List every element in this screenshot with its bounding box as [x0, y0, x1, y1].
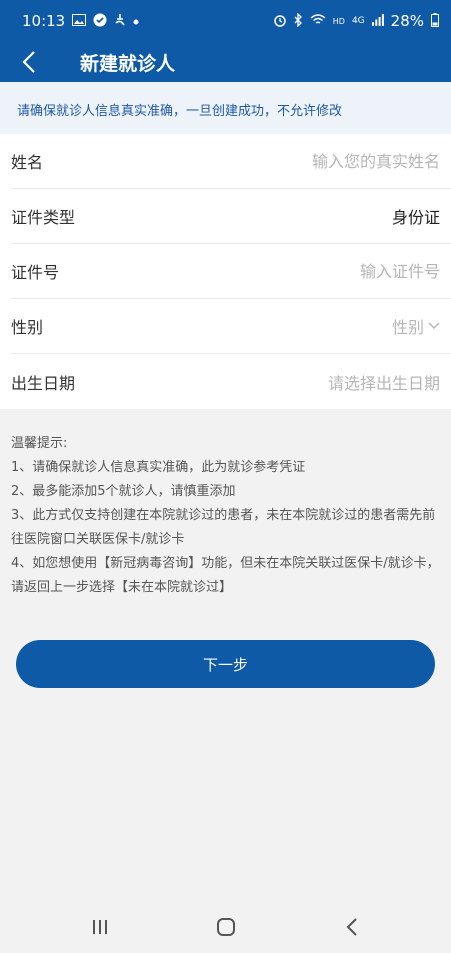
- gender-select[interactable]: 性别: [392, 314, 440, 338]
- network-hd-label: HD: [332, 16, 345, 26]
- status-bar: 10:13 HD 4G 28%: [0, 0, 451, 42]
- battery-icon: [431, 12, 439, 30]
- gender-row[interactable]: 性别 性别: [11, 299, 451, 354]
- tip-item: 4、如您想使用【新冠病毒咨询】功能，但未在本院关联过医保卡/就诊卡，请返回上一步…: [11, 556, 440, 595]
- gallery-icon: [72, 13, 87, 29]
- recent-apps-icon: [93, 920, 107, 934]
- recent-apps-button[interactable]: [80, 912, 120, 942]
- id-type-label: 证件类型: [11, 208, 76, 227]
- gender-label: 性别: [11, 318, 44, 337]
- gender-placeholder: 性别: [391, 318, 424, 337]
- name-row: 姓名: [11, 134, 451, 189]
- chevron-down-icon: [428, 322, 440, 330]
- home-button[interactable]: [206, 912, 246, 942]
- tips-section: 温馨提示: 1、请确保就诊人信息真实准确，此为就诊参考凭证 2、最多能添加5个就…: [11, 432, 441, 600]
- alipay-notification-icon: [114, 13, 126, 30]
- status-time: 10:13: [22, 12, 66, 30]
- home-icon: [217, 918, 235, 936]
- bluetooth-icon: [294, 11, 303, 30]
- name-label: 姓名: [11, 153, 44, 172]
- title-bar: 新建就诊人: [0, 42, 451, 82]
- birthdate-row[interactable]: 出生日期 请选择出生日期: [11, 354, 451, 409]
- network-4g-label: 4G: [351, 16, 365, 26]
- alarm-icon: [273, 13, 287, 30]
- birthdate-label: 出生日期: [11, 373, 76, 393]
- name-input[interactable]: [220, 151, 440, 171]
- tip-item: 1、请确保就诊人信息真实准确，此为就诊参考凭证: [11, 460, 306, 475]
- signal-icon: [371, 13, 384, 29]
- status-left: 10:13: [22, 12, 139, 30]
- patient-form: 姓名 证件类型 身份证 证件号 性别 性别 出生日期 请选择出生日期: [0, 134, 451, 409]
- status-right: HD 4G 28%: [273, 11, 439, 30]
- back-arrow-icon: [346, 918, 357, 936]
- tip-item: 3、此方式仅支持创建在本院就诊过的患者，未在本院就诊过的患者需先前往医院窗口关联…: [11, 508, 436, 547]
- notice-banner: 请确保就诊人信息真实准确，一旦创建成功，不允许修改: [0, 82, 451, 134]
- id-number-input[interactable]: [220, 261, 440, 281]
- wifi-icon: [310, 13, 326, 29]
- id-type-row[interactable]: 证件类型 身份证: [11, 189, 451, 244]
- id-number-label: 证件号: [11, 263, 60, 282]
- next-button[interactable]: 下一步: [16, 640, 435, 688]
- chevron-left-icon: [22, 51, 35, 73]
- more-dot-icon: [133, 15, 139, 28]
- birthdate-picker[interactable]: 请选择出生日期: [328, 370, 440, 394]
- app-notification-icon: [93, 13, 107, 30]
- system-nav-bar: [0, 900, 451, 953]
- tip-item: 2、最多能添加5个就诊人，请慎重添加: [11, 484, 236, 499]
- system-back-button[interactable]: [332, 912, 372, 942]
- battery-percent: 28%: [390, 12, 424, 30]
- id-number-row: 证件号: [11, 244, 451, 299]
- id-type-value[interactable]: 身份证: [392, 204, 440, 228]
- page-title: 新建就诊人: [80, 53, 176, 75]
- back-button[interactable]: [14, 46, 44, 78]
- tips-title: 温馨提示:: [11, 436, 68, 451]
